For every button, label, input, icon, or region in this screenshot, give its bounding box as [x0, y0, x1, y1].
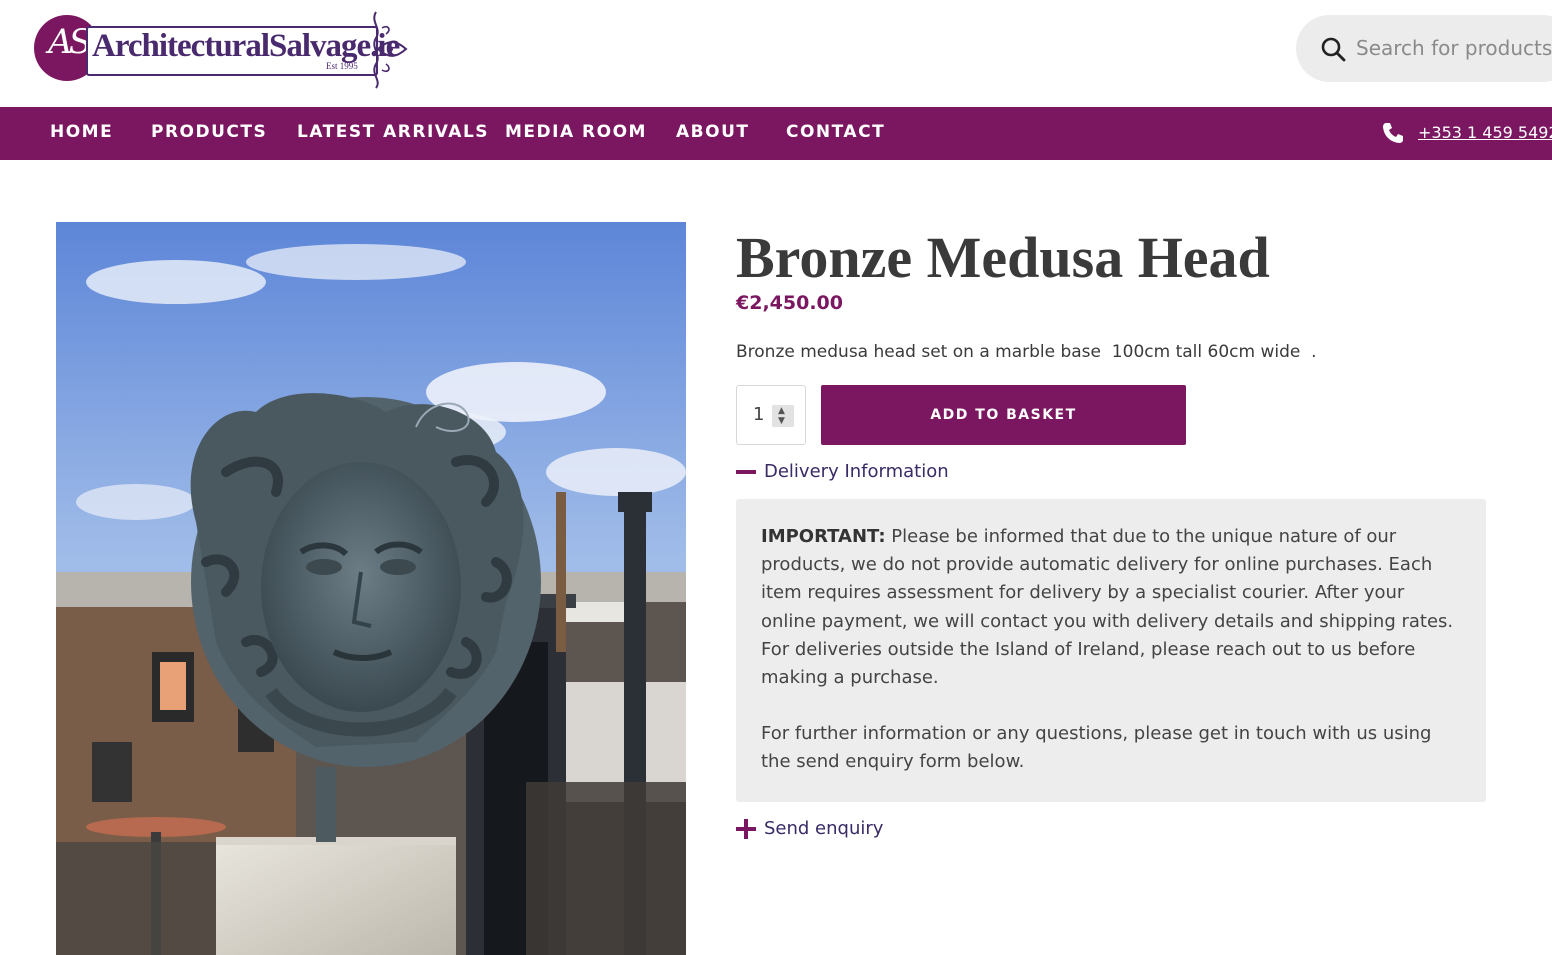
logo-established: Est 1995 [326, 61, 358, 71]
nav-item-about[interactable]: ABOUT [676, 122, 749, 142]
nav-item-latest-arrivals[interactable]: LATEST ARRIVALS [297, 122, 489, 142]
quantity-stepper[interactable]: 1 ▲ ▼ [736, 385, 806, 445]
product-title: Bronze Medusa Head [736, 225, 1270, 290]
nav-item-contact[interactable]: CONTACT [786, 122, 885, 142]
nav-item-home[interactable]: HOME [50, 122, 113, 142]
logo-ornament-icon [373, 11, 408, 89]
quantity-spinner[interactable]: ▲ ▼ [772, 405, 794, 427]
delivery-information-label: Delivery Information [764, 461, 949, 482]
important-label: IMPORTANT: [761, 526, 886, 547]
add-to-basket-button[interactable]: ADD TO BASKET [821, 385, 1186, 445]
site-logo[interactable]: AS ArchitecturalSalvage.ie Est 1995 [34, 8, 410, 90]
quantity-value: 1 [753, 404, 765, 425]
bronze-medusa-head-photo [56, 222, 686, 955]
phone-icon [1383, 123, 1403, 143]
send-enquiry-toggle[interactable]: Send enquiry [736, 818, 936, 848]
send-enquiry-label: Send enquiry [764, 818, 884, 839]
product-search [1296, 15, 1552, 82]
nav-item-products[interactable]: PRODUCTS [151, 122, 267, 142]
phone-number-link[interactable]: +353 1 459 5492 [1418, 123, 1552, 142]
delivery-important-paragraph: IMPORTANT: Please be informed that due t… [761, 523, 1461, 692]
chevron-up-icon[interactable]: ▲ [778, 407, 785, 416]
logo-wordmark: ArchitecturalSalvage.ie [92, 28, 400, 64]
product-short-description: Bronze medusa head set on a marble base … [736, 342, 1317, 362]
product-image[interactable] [56, 222, 686, 955]
delivery-further-paragraph: For further information or any questions… [761, 723, 1432, 773]
chevron-down-icon[interactable]: ▼ [778, 417, 785, 426]
plus-icon [736, 819, 756, 839]
site-header: AS ArchitecturalSalvage.ie Est 1995 [0, 0, 1552, 107]
search-icon[interactable] [1320, 36, 1346, 62]
minus-icon [736, 470, 756, 474]
nav-item-media-room[interactable]: MEDIA ROOM [505, 122, 647, 142]
product-price: €2,450.00 [736, 292, 843, 314]
important-text: Please be informed that due to the uniqu… [761, 526, 1454, 689]
delivery-information-toggle[interactable]: Delivery Information [736, 461, 996, 491]
main-navigation: HOME PRODUCTS LATEST ARRIVALS MEDIA ROOM… [0, 107, 1552, 160]
search-input[interactable] [1356, 29, 1552, 67]
delivery-information-panel: IMPORTANT: Please be informed that due t… [736, 499, 1486, 802]
